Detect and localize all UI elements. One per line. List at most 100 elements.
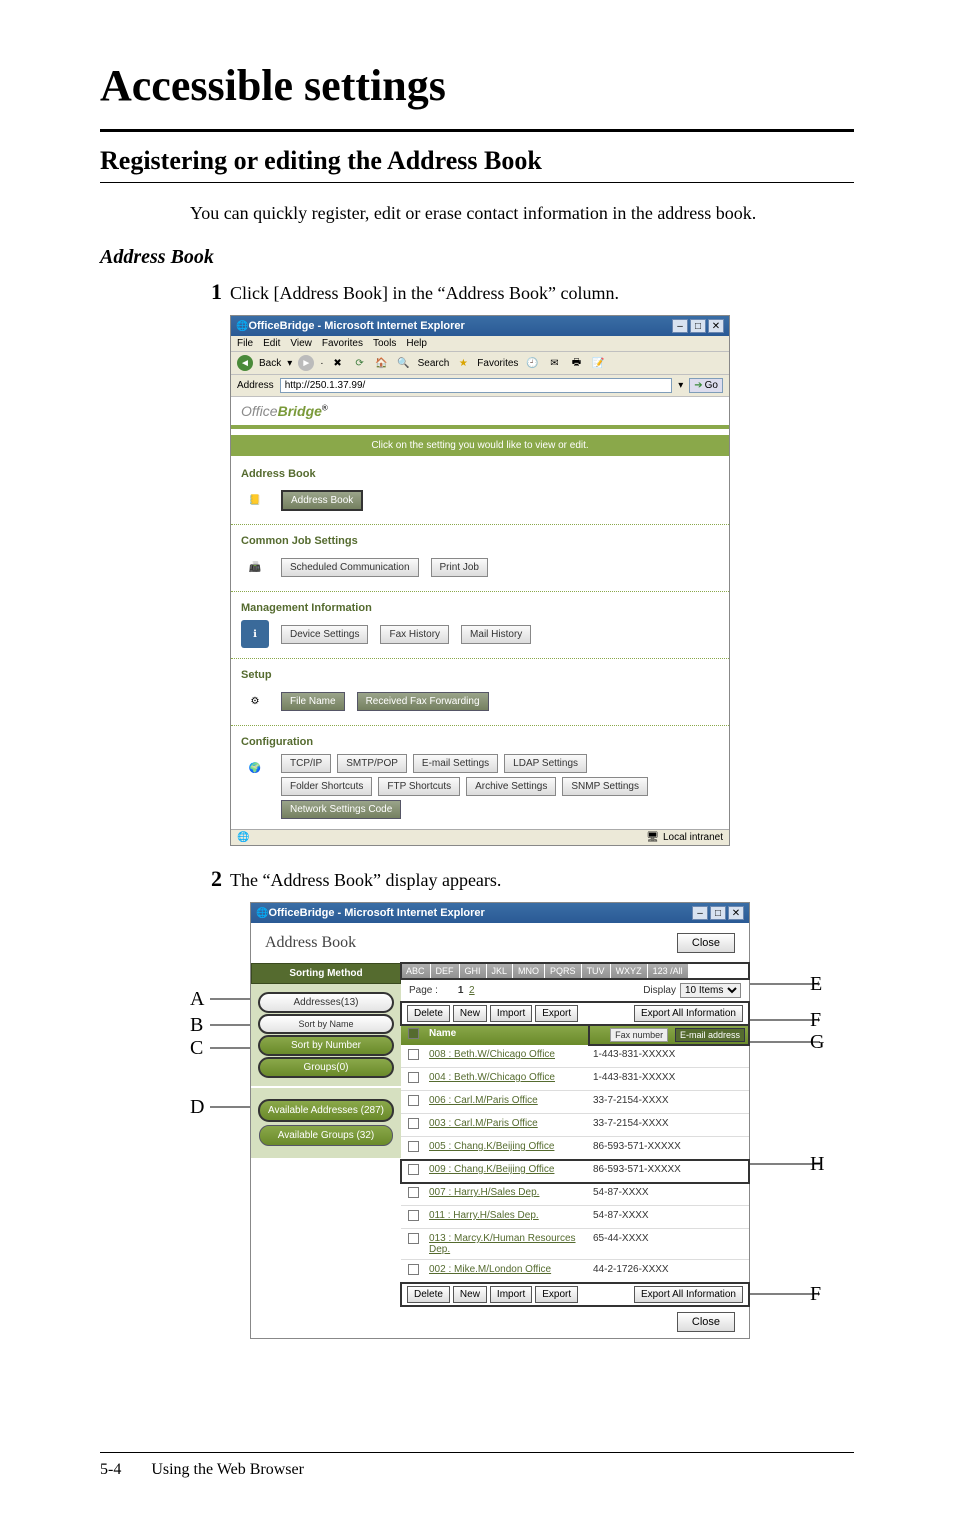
menu-tools[interactable]: Tools bbox=[373, 338, 396, 349]
row-checkbox[interactable] bbox=[401, 1114, 425, 1136]
menu-view[interactable]: View bbox=[290, 338, 312, 349]
row-name-link[interactable]: 011 : Harry.H/Sales Dep. bbox=[425, 1206, 589, 1228]
received-fax-fwd-button[interactable]: Received Fax Forwarding bbox=[357, 692, 489, 711]
tab-123all[interactable]: 123 /All bbox=[648, 963, 689, 979]
addresses-count-button[interactable]: Addresses(13) bbox=[259, 993, 393, 1012]
delete-button[interactable]: Delete bbox=[407, 1005, 450, 1022]
menu-help[interactable]: Help bbox=[406, 338, 427, 349]
back-label[interactable]: Back bbox=[259, 358, 281, 369]
table-row[interactable]: 009 : Chang.K/Beijing Office86-593-571-X… bbox=[401, 1160, 749, 1183]
table-row[interactable]: 006 : Carl.M/Paris Office33-7-2154-XXXX bbox=[401, 1091, 749, 1114]
groups-button[interactable]: Groups(0) bbox=[259, 1058, 393, 1077]
display-select[interactable]: 10 Items bbox=[680, 983, 741, 998]
new-button[interactable]: New bbox=[453, 1005, 487, 1022]
close-button-bottom[interactable]: Close bbox=[677, 1312, 735, 1332]
print-job-button[interactable]: Print Job bbox=[431, 558, 488, 577]
table-row[interactable]: 002 : Mike.M/London Office44-2-1726-XXXX bbox=[401, 1260, 749, 1283]
snmp-settings-button[interactable]: SNMP Settings bbox=[562, 777, 648, 796]
address-input[interactable] bbox=[280, 378, 673, 393]
header-checkbox[interactable] bbox=[401, 1025, 425, 1045]
refresh-icon[interactable]: ⟳ bbox=[352, 355, 368, 371]
tcpip-button[interactable]: TCP/IP bbox=[281, 754, 331, 773]
sort-email-button[interactable]: E-mail address bbox=[675, 1028, 745, 1042]
stop-icon[interactable]: ✖ bbox=[330, 355, 346, 371]
close-window-button[interactable]: ✕ bbox=[708, 319, 724, 333]
go-button[interactable]: ➔Go bbox=[689, 378, 723, 393]
scheduled-comm-button[interactable]: Scheduled Communication bbox=[281, 558, 419, 577]
table-row[interactable]: 003 : Carl.M/Paris Office33-7-2154-XXXX bbox=[401, 1114, 749, 1137]
table-row[interactable]: 008 : Beth.W/Chicago Office1-443-831-XXX… bbox=[401, 1045, 749, 1068]
row-checkbox[interactable] bbox=[401, 1160, 425, 1182]
ldap-settings-button[interactable]: LDAP Settings bbox=[504, 754, 587, 773]
tab-tuv[interactable]: TUV bbox=[582, 963, 611, 979]
back-icon[interactable]: ◄ bbox=[237, 355, 253, 371]
archive-settings-button[interactable]: Archive Settings bbox=[466, 777, 556, 796]
fax-history-button[interactable]: Fax History bbox=[380, 625, 449, 644]
home-icon[interactable]: 🏠 bbox=[374, 355, 390, 371]
import-button[interactable]: Import bbox=[490, 1005, 532, 1022]
sort-by-number-button[interactable]: Sort by Number bbox=[259, 1036, 393, 1055]
menu-favorites[interactable]: Favorites bbox=[322, 338, 363, 349]
row-checkbox[interactable] bbox=[401, 1068, 425, 1090]
row-name-link[interactable]: 007 : Harry.H/Sales Dep. bbox=[425, 1183, 589, 1205]
delete-button[interactable]: Delete bbox=[407, 1286, 450, 1303]
tab-pqrs[interactable]: PQRS bbox=[545, 963, 582, 979]
folder-shortcuts-button[interactable]: Folder Shortcuts bbox=[281, 777, 372, 796]
close-window-button[interactable]: ✕ bbox=[728, 906, 744, 920]
dropdown-icon[interactable]: ▾ bbox=[287, 358, 292, 369]
tab-wxyz[interactable]: WXYZ bbox=[611, 963, 648, 979]
device-settings-button[interactable]: Device Settings bbox=[281, 625, 368, 644]
address-book-button[interactable]: Address Book bbox=[281, 490, 363, 511]
table-row[interactable]: 005 : Chang.K/Beijing Office86-593-571-X… bbox=[401, 1137, 749, 1160]
row-name-link[interactable]: 004 : Beth.W/Chicago Office bbox=[425, 1068, 589, 1090]
close-button[interactable]: Close bbox=[677, 933, 735, 953]
maximize-button[interactable]: □ bbox=[690, 319, 706, 333]
minimize-button[interactable]: – bbox=[672, 319, 688, 333]
email-settings-button[interactable]: E-mail Settings bbox=[413, 754, 498, 773]
row-name-link[interactable]: 003 : Carl.M/Paris Office bbox=[425, 1114, 589, 1136]
print-icon[interactable]: 🖶 bbox=[568, 355, 584, 371]
history-icon[interactable]: 🕘 bbox=[524, 355, 540, 371]
forward-icon[interactable]: ► bbox=[298, 355, 314, 371]
row-name-link[interactable]: 009 : Chang.K/Beijing Office bbox=[425, 1160, 589, 1182]
smtp-pop-button[interactable]: SMTP/POP bbox=[337, 754, 407, 773]
export-all-button[interactable]: Export All Information bbox=[634, 1286, 743, 1303]
tab-abc[interactable]: ABC bbox=[401, 963, 431, 979]
row-name-link[interactable]: 013 : Marcy.K/Human Resources Dep. bbox=[425, 1229, 589, 1259]
row-checkbox[interactable] bbox=[401, 1183, 425, 1205]
search-label[interactable]: Search bbox=[418, 358, 450, 369]
export-button[interactable]: Export bbox=[535, 1286, 578, 1303]
new-button[interactable]: New bbox=[453, 1286, 487, 1303]
tab-def[interactable]: DEF bbox=[431, 963, 460, 979]
page-numbers[interactable]: 1 2 bbox=[458, 985, 475, 996]
table-row[interactable]: 013 : Marcy.K/Human Resources Dep.65-44-… bbox=[401, 1229, 749, 1260]
edit-icon[interactable]: 📝 bbox=[590, 355, 606, 371]
menu-edit[interactable]: Edit bbox=[263, 338, 280, 349]
available-groups-button[interactable]: Available Groups (32) bbox=[259, 1125, 393, 1146]
row-name-link[interactable]: 008 : Beth.W/Chicago Office bbox=[425, 1045, 589, 1067]
row-checkbox[interactable] bbox=[401, 1137, 425, 1159]
row-checkbox[interactable] bbox=[401, 1091, 425, 1113]
sort-by-name-button[interactable]: Sort by Name bbox=[259, 1015, 393, 1033]
header-name[interactable]: Name bbox=[425, 1025, 589, 1045]
tab-jkl[interactable]: JKL bbox=[487, 963, 514, 979]
row-name-link[interactable]: 006 : Carl.M/Paris Office bbox=[425, 1091, 589, 1113]
maximize-button[interactable]: □ bbox=[710, 906, 726, 920]
table-row[interactable]: 011 : Harry.H/Sales Dep.54-87-XXXX bbox=[401, 1206, 749, 1229]
row-checkbox[interactable] bbox=[401, 1045, 425, 1067]
address-dropdown-icon[interactable]: ▾ bbox=[678, 380, 683, 391]
tab-ghi[interactable]: GHI bbox=[460, 963, 487, 979]
minimize-button[interactable]: – bbox=[692, 906, 708, 920]
import-button[interactable]: Import bbox=[490, 1286, 532, 1303]
ftp-shortcuts-button[interactable]: FTP Shortcuts bbox=[378, 777, 460, 796]
available-addresses-button[interactable]: Available Addresses (287) bbox=[259, 1100, 393, 1121]
table-row[interactable]: 004 : Beth.W/Chicago Office1-443-831-XXX… bbox=[401, 1068, 749, 1091]
mail-history-button[interactable]: Mail History bbox=[461, 625, 531, 644]
row-checkbox[interactable] bbox=[401, 1229, 425, 1259]
favorites-icon[interactable]: ★ bbox=[455, 355, 471, 371]
row-name-link[interactable]: 005 : Chang.K/Beijing Office bbox=[425, 1137, 589, 1159]
row-checkbox[interactable] bbox=[401, 1260, 425, 1282]
mail-icon[interactable]: ✉ bbox=[546, 355, 562, 371]
row-checkbox[interactable] bbox=[401, 1206, 425, 1228]
row-name-link[interactable]: 002 : Mike.M/London Office bbox=[425, 1260, 589, 1282]
